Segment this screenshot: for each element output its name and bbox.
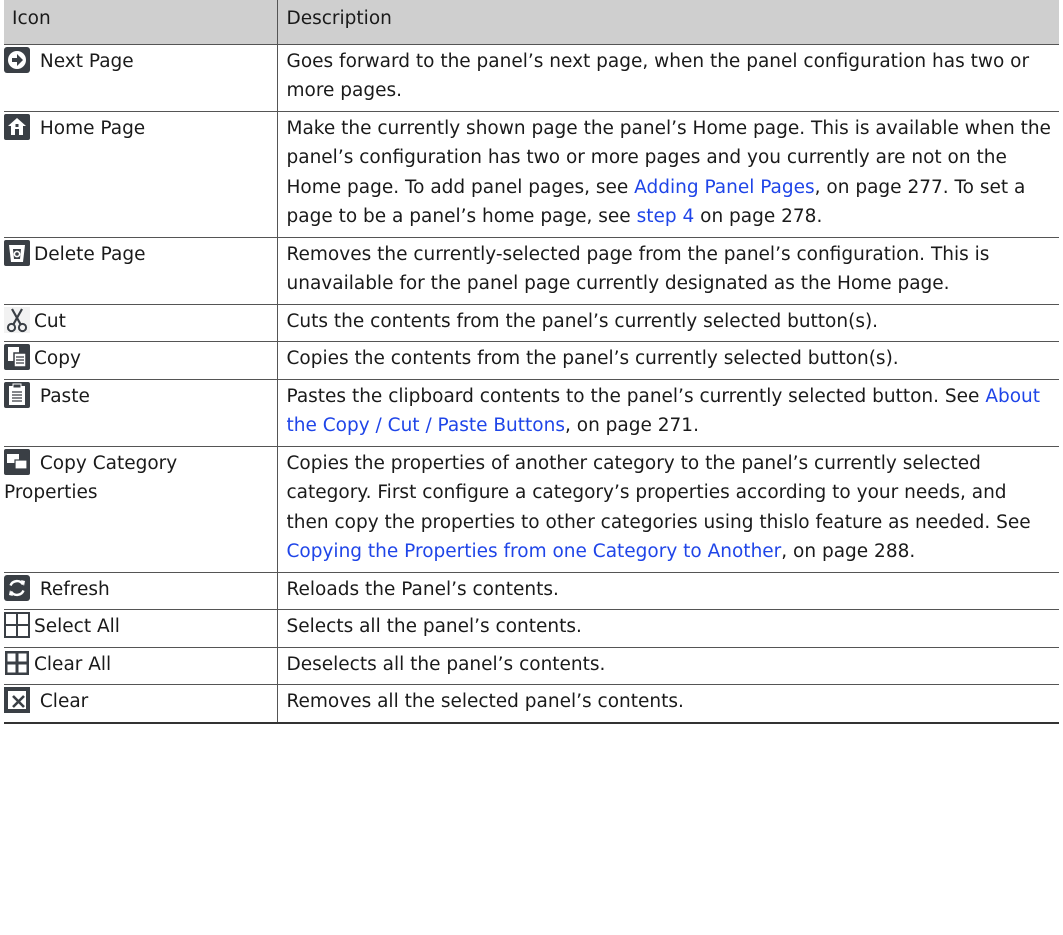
table-row: Cut Cuts the contents from the panel’s cu… (4, 304, 1059, 342)
delete-page-icon (4, 239, 30, 266)
icon-label: Cut (34, 310, 66, 332)
table-row: Next Page Goes forward to the panel’s nex… (4, 44, 1059, 112)
select-all-icon (4, 612, 30, 638)
icon-cell: Home Page (4, 111, 277, 238)
cross-reference-link[interactable]: Copying the Properties from one Category… (287, 541, 782, 562)
icon-label: Home Page (39, 117, 146, 139)
description-cell: Deselects all the panel’s contents. (276, 647, 1059, 685)
description-cell: Copies the properties of another categor… (276, 446, 1059, 573)
icon-cell: Cut (4, 304, 277, 342)
description-text: Reloads the Panel’s contents. (286, 578, 559, 600)
refresh-icon (4, 574, 30, 601)
icon-reference-table: Icon Description Next Page Goes forward t… (4, 0, 1059, 724)
description-text: Removes the currently-selected page from… (286, 243, 990, 295)
description-text: , on page 271. (564, 415, 699, 436)
description-text: on page 278. (694, 206, 823, 227)
table-row: Select All Selects all the panel’s conten… (4, 609, 1059, 648)
table-header-row: Icon Description (4, 0, 1059, 45)
description-text: Deselects all the panel’s contents. (286, 653, 606, 675)
description-text: Pastes the clipboard contents to the pan… (286, 385, 986, 407)
paste-icon (4, 381, 30, 408)
icon-cell: Copy Category Properties (4, 446, 277, 573)
icon-label: Delete Page (34, 243, 146, 265)
icon-cell: Copy (4, 341, 277, 380)
copy-category-properties-icon (4, 448, 30, 475)
next-page-icon (4, 46, 30, 73)
icon-label: Refresh (39, 578, 110, 600)
table-row: Home Page Make the currently shown page t… (4, 111, 1059, 238)
clear-icon (4, 687, 30, 713)
description-cell: Cuts the contents from the panel’s curre… (276, 304, 1059, 342)
description-text: Copies the contents from the panel’s cur… (286, 348, 899, 369)
table-row: Clear All Deselects all the panel’s conte… (4, 647, 1059, 685)
table-row: Paste Pastes the clipboard contents to th… (4, 379, 1059, 447)
description-text: Copies the properties of another categor… (286, 452, 1031, 533)
cross-reference-link[interactable]: Adding Panel Pages (634, 177, 815, 198)
icon-label: Next Page (39, 50, 134, 72)
icon-cell: Clear All (4, 647, 277, 685)
icon-cell: Next Page (4, 44, 277, 112)
icon-label: Clear All (34, 653, 112, 675)
description-text: Selects all the panel’s contents. (286, 616, 582, 637)
description-text: Removes all the selected panel’s content… (286, 691, 684, 712)
icon-column-header: Icon (4, 0, 277, 45)
table-row: Refresh Reloads the Panel’s contents. (4, 572, 1059, 610)
description-cell: Goes forward to the panel’s next page, w… (276, 44, 1059, 112)
icon-cell: Select All (4, 609, 277, 648)
description-cell: Copies the contents from the panel’s cur… (276, 341, 1059, 380)
icon-label: Paste (39, 385, 90, 407)
icon-cell: Refresh (4, 572, 277, 610)
home-page-icon (4, 113, 30, 140)
table-row: Copy Category Properties Copies the prope… (4, 446, 1059, 573)
clear-all-icon (4, 650, 30, 676)
description-text: Cuts the contents from the panel’s curre… (286, 310, 879, 332)
icon-label: Clear (39, 691, 89, 712)
description-text: Goes forward to the panel’s next page, w… (286, 50, 1030, 102)
icon-label: Copy (34, 348, 81, 369)
description-cell: Pastes the clipboard contents to the pan… (276, 379, 1059, 447)
description-cell: Removes all the selected panel’s content… (276, 684, 1059, 724)
icon-label: Select All (34, 616, 120, 637)
description-cell: Selects all the panel’s contents. (276, 609, 1059, 648)
cross-reference-link[interactable]: step 4 (637, 206, 695, 227)
description-cell: Make the currently shown page the panel’… (276, 111, 1059, 238)
icon-cell: Clear (4, 684, 277, 724)
icon-cell: Delete Page (4, 237, 277, 305)
icon-cell: Paste (4, 379, 277, 447)
table-row: Copy Copies the contents from the panel’s… (4, 341, 1059, 380)
description-cell: Reloads the Panel’s contents. (276, 572, 1059, 610)
table-body: Next Page Goes forward to the panel’s nex… (4, 44, 1059, 724)
cut-icon (4, 306, 30, 333)
description-column-header: Description (276, 0, 1059, 45)
description-text: , on page 288. (781, 541, 916, 562)
copy-icon (4, 344, 30, 370)
table-row: Clear Removes all the selected panel’s co… (4, 684, 1059, 724)
description-cell: Removes the currently-selected page from… (276, 237, 1059, 305)
table-row: Delete Page Removes the currently-selecte… (4, 237, 1059, 305)
